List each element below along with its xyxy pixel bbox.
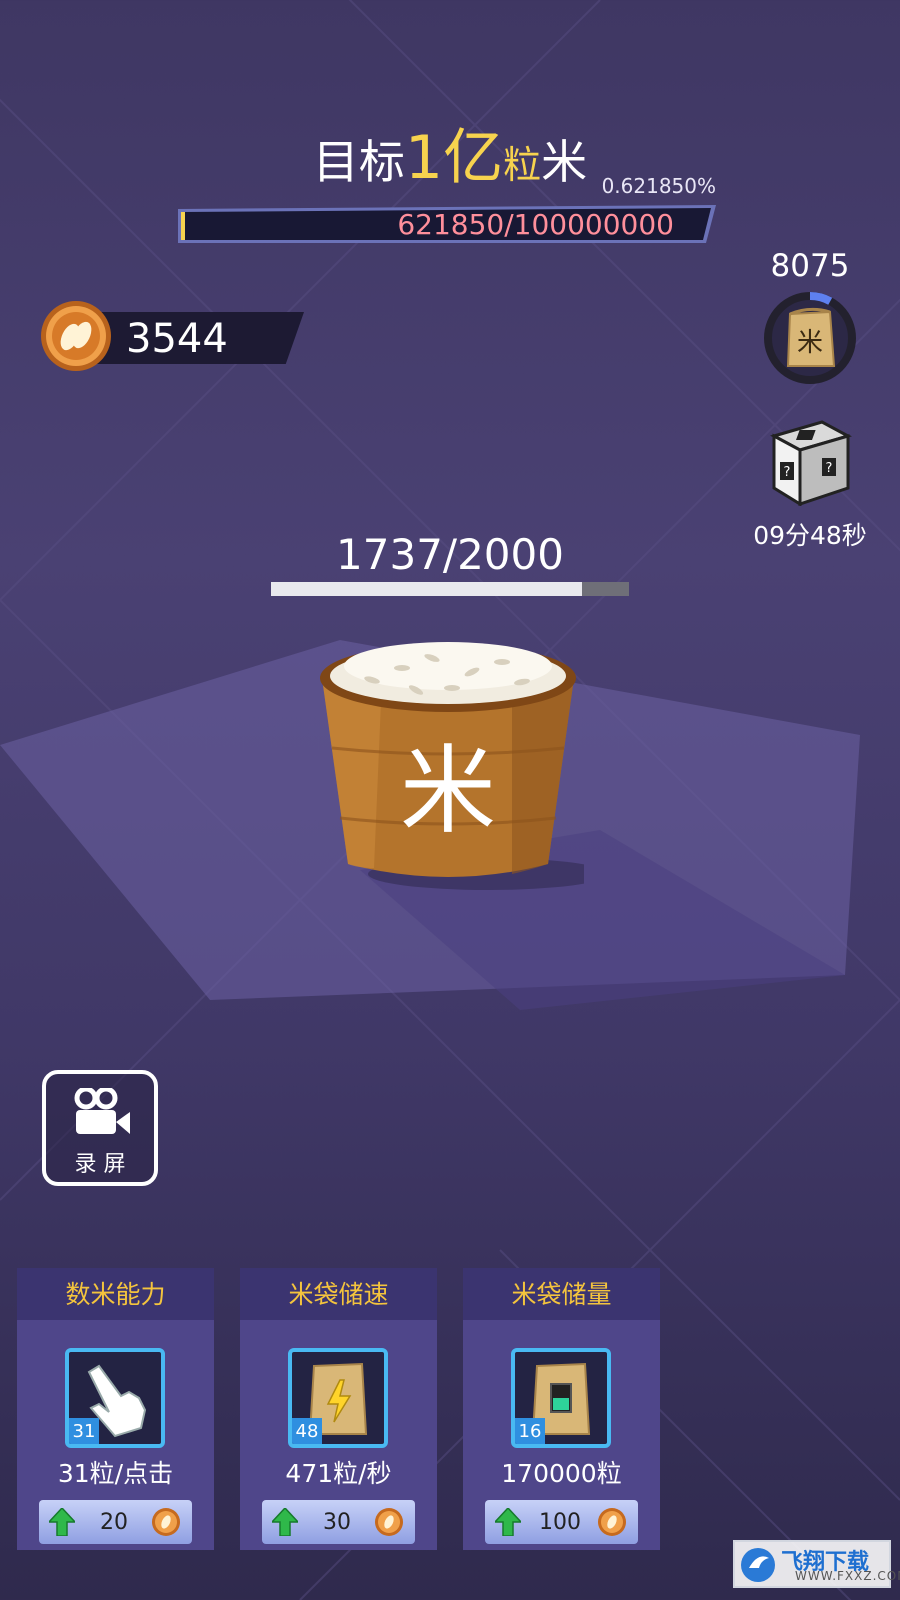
card-icon-frame: 48	[288, 1348, 388, 1448]
goal-title: 目标1亿粒米	[0, 128, 900, 195]
rice-bag-button[interactable]: 米	[762, 290, 858, 386]
goal-unit-li: 粒	[503, 143, 542, 187]
coin-value: 3544	[126, 316, 228, 362]
upgrade-card-tap-power: 数米能力 31 31粒/点击 20	[17, 1268, 214, 1550]
goal-percent: 0.621850%	[601, 174, 716, 198]
watermark-site: WWW.FXXZ.COM	[795, 1569, 900, 1583]
rice-bucket[interactable]: 米	[312, 628, 584, 898]
upgrade-card-bag-capacity: 米袋储量 16 170000粒 100	[463, 1268, 660, 1550]
video-camera-icon	[74, 1088, 130, 1134]
card-stat: 31粒/点击	[57, 1459, 174, 1488]
record-screen-label: 录 屏	[74, 1152, 126, 1177]
goal-progress-text: 621850/100000000	[397, 208, 674, 241]
goal-progress-bar: 621850/100000000	[178, 205, 716, 243]
upgrade-button-bag-speed[interactable]: 30	[262, 1500, 415, 1544]
watermark: 飞翔下载 WWW.FXXZ.COM	[733, 1540, 900, 1588]
upgrade-button-tap-power[interactable]: 20	[39, 1500, 192, 1544]
bucket-capacity-text: 1737/2000	[336, 530, 564, 579]
bucket-label: 米	[400, 735, 496, 847]
svg-text:?: ?	[826, 461, 833, 476]
card-stat: 471粒/秒	[285, 1459, 392, 1488]
upgrade-arrow-icon	[495, 1508, 521, 1536]
goal-progress-fill	[181, 212, 185, 240]
card-title: 数米能力	[65, 1280, 166, 1309]
card-level: 48	[292, 1418, 322, 1444]
mystery-box-icon[interactable]: ? ?	[770, 418, 852, 506]
rice-bag-count: 8075	[770, 248, 850, 284]
coin-icon	[375, 1508, 403, 1536]
goal-prefix: 目标	[312, 135, 405, 189]
card-title: 米袋储速	[288, 1280, 389, 1309]
bucket-capacity-bar	[271, 582, 629, 596]
card-level: 16	[515, 1418, 545, 1444]
rice-coin-icon	[41, 301, 111, 371]
card-icon-frame: 16	[511, 1348, 611, 1448]
bucket-capacity-fill	[271, 582, 582, 596]
card-level: 31	[69, 1418, 99, 1444]
upgrade-cost: 100	[539, 1510, 581, 1535]
watermark-logo-icon	[741, 1548, 775, 1582]
goal-number: 1	[404, 123, 444, 193]
upgrade-card-bag-speed: 米袋储速 48 471粒/秒 30	[240, 1268, 437, 1550]
upgrade-arrow-icon	[49, 1508, 75, 1536]
card-stat: 170000粒	[501, 1459, 622, 1488]
rice-bag-label: 米	[797, 328, 823, 358]
coin-icon	[598, 1508, 626, 1536]
upgrade-button-bag-capacity[interactable]: 100	[485, 1500, 638, 1544]
coin-icon	[152, 1508, 180, 1536]
goal-suffix: 米	[541, 135, 588, 189]
goal-unit-yi: 亿	[443, 123, 504, 193]
upgrade-arrow-icon	[272, 1508, 298, 1536]
card-icon-frame: 31	[65, 1348, 165, 1448]
svg-text:?: ?	[784, 465, 791, 480]
coin-balance: 3544	[40, 300, 304, 372]
record-screen-button[interactable]: 录 屏	[42, 1070, 158, 1186]
upgrade-cost: 30	[323, 1510, 351, 1535]
card-title: 米袋储量	[511, 1280, 612, 1309]
upgrade-cost: 20	[100, 1510, 128, 1535]
